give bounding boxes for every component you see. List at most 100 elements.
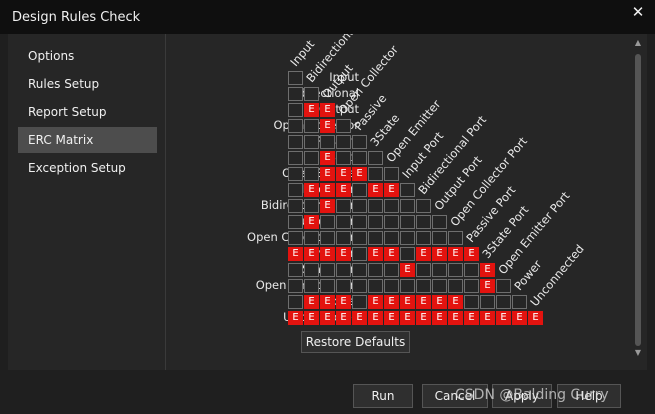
matrix-cell[interactable]: E <box>416 247 431 261</box>
matrix-cell[interactable]: E <box>304 295 319 309</box>
restore-defaults-button[interactable]: Restore Defaults <box>301 331 410 353</box>
matrix-cell[interactable] <box>352 231 367 245</box>
matrix-cell[interactable] <box>336 199 351 213</box>
matrix-cell[interactable]: E <box>400 295 415 309</box>
matrix-cell[interactable] <box>352 263 367 277</box>
matrix-cell[interactable] <box>288 231 303 245</box>
matrix-cell[interactable]: E <box>304 311 319 325</box>
matrix-cell[interactable] <box>432 263 447 277</box>
matrix-cell[interactable] <box>448 279 463 293</box>
matrix-cell[interactable] <box>400 183 415 197</box>
matrix-cell[interactable] <box>384 279 399 293</box>
matrix-cell[interactable] <box>288 295 303 309</box>
matrix-cell[interactable] <box>336 231 351 245</box>
matrix-cell[interactable] <box>368 279 383 293</box>
matrix-cell[interactable] <box>352 279 367 293</box>
matrix-cell[interactable] <box>368 167 383 181</box>
matrix-cell[interactable]: E <box>384 183 399 197</box>
matrix-cell[interactable]: E <box>288 311 303 325</box>
matrix-cell[interactable] <box>320 279 335 293</box>
matrix-cell[interactable]: E <box>320 247 335 261</box>
sidebar-item-report-setup[interactable]: Report Setup <box>18 99 157 125</box>
matrix-cell[interactable] <box>416 215 431 229</box>
matrix-cell[interactable] <box>496 295 511 309</box>
matrix-cell[interactable] <box>368 231 383 245</box>
matrix-cell[interactable] <box>480 295 495 309</box>
matrix-cell[interactable]: E <box>528 311 543 325</box>
scroll-up-icon[interactable]: ▲ <box>633 38 643 48</box>
matrix-cell[interactable] <box>416 263 431 277</box>
matrix-cell[interactable]: E <box>432 311 447 325</box>
matrix-cell[interactable]: E <box>368 183 383 197</box>
matrix-cell[interactable] <box>384 215 399 229</box>
matrix-cell[interactable] <box>512 295 527 309</box>
matrix-cell[interactable] <box>416 279 431 293</box>
matrix-cell[interactable]: E <box>464 311 479 325</box>
matrix-cell[interactable] <box>304 87 319 101</box>
matrix-cell[interactable] <box>400 215 415 229</box>
matrix-cell[interactable]: E <box>336 167 351 181</box>
matrix-cell[interactable] <box>304 263 319 277</box>
matrix-cell[interactable] <box>288 199 303 213</box>
matrix-cell[interactable] <box>304 135 319 149</box>
matrix-cell[interactable] <box>496 279 511 293</box>
matrix-cell[interactable]: E <box>336 183 351 197</box>
matrix-cell[interactable] <box>400 199 415 213</box>
matrix-cell[interactable]: E <box>304 247 319 261</box>
matrix-cell[interactable] <box>288 151 303 165</box>
matrix-cell[interactable]: E <box>304 103 319 117</box>
matrix-cell[interactable] <box>352 183 367 197</box>
matrix-cell[interactable]: E <box>432 247 447 261</box>
close-icon[interactable]: ✕ <box>630 4 646 20</box>
matrix-cell[interactable] <box>464 279 479 293</box>
matrix-cell[interactable] <box>336 135 351 149</box>
matrix-cell[interactable]: E <box>320 183 335 197</box>
matrix-cell[interactable] <box>288 87 303 101</box>
matrix-cell[interactable] <box>288 279 303 293</box>
matrix-cell[interactable] <box>352 199 367 213</box>
matrix-cell[interactable]: E <box>336 311 351 325</box>
matrix-cell[interactable]: E <box>448 295 463 309</box>
matrix-cell[interactable]: E <box>320 311 335 325</box>
matrix-cell[interactable]: E <box>288 247 303 261</box>
matrix-cell[interactable] <box>352 135 367 149</box>
matrix-cell[interactable]: E <box>320 199 335 213</box>
matrix-cell[interactable]: E <box>320 167 335 181</box>
matrix-cell[interactable] <box>416 199 431 213</box>
matrix-cell[interactable] <box>336 151 351 165</box>
matrix-cell[interactable] <box>304 151 319 165</box>
matrix-cell[interactable] <box>384 263 399 277</box>
matrix-cell[interactable]: E <box>448 311 463 325</box>
matrix-cell[interactable] <box>288 71 303 85</box>
matrix-cell[interactable] <box>336 263 351 277</box>
matrix-cell[interactable]: E <box>320 103 335 117</box>
matrix-cell[interactable] <box>304 279 319 293</box>
matrix-cell[interactable]: E <box>336 295 351 309</box>
matrix-cell[interactable] <box>320 135 335 149</box>
matrix-cell[interactable] <box>352 295 367 309</box>
matrix-cell[interactable] <box>384 167 399 181</box>
matrix-cell[interactable]: E <box>352 311 367 325</box>
matrix-cell[interactable] <box>288 119 303 133</box>
sidebar-item-options[interactable]: Options <box>18 43 157 69</box>
matrix-cell[interactable]: E <box>320 119 335 133</box>
matrix-cell[interactable] <box>352 151 367 165</box>
matrix-cell[interactable]: E <box>480 311 495 325</box>
matrix-cell[interactable] <box>304 119 319 133</box>
matrix-cell[interactable]: E <box>384 311 399 325</box>
matrix-cell[interactable] <box>416 231 431 245</box>
matrix-cell[interactable] <box>448 231 463 245</box>
matrix-cell[interactable] <box>448 263 463 277</box>
matrix-cell[interactable] <box>352 215 367 229</box>
matrix-cell[interactable] <box>320 231 335 245</box>
matrix-cell[interactable] <box>400 231 415 245</box>
matrix-cell[interactable] <box>288 135 303 149</box>
matrix-cell[interactable] <box>288 103 303 117</box>
matrix-cell[interactable] <box>464 295 479 309</box>
matrix-cell[interactable]: E <box>432 295 447 309</box>
matrix-cell[interactable]: E <box>464 247 479 261</box>
matrix-cell[interactable] <box>400 247 415 261</box>
matrix-cell[interactable] <box>384 231 399 245</box>
matrix-cell[interactable]: E <box>448 247 463 261</box>
matrix-cell[interactable] <box>464 263 479 277</box>
